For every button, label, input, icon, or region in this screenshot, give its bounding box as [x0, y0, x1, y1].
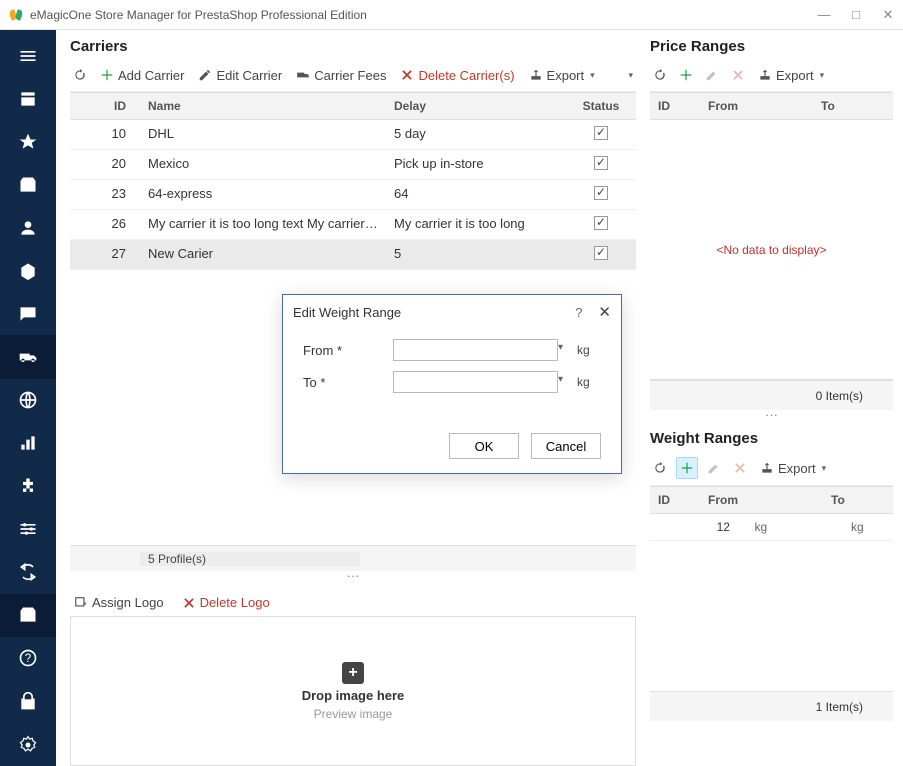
pr-edit-button: [702, 65, 722, 85]
pr-export-button[interactable]: Export▾: [754, 66, 828, 85]
wr-delete-button: [730, 458, 750, 478]
status-checkbox[interactable]: [594, 246, 608, 260]
sidebar: ?: [0, 30, 56, 766]
delete-carrier-button[interactable]: Delete Carrier(s): [396, 66, 518, 85]
wr-edit-button: [704, 458, 724, 478]
nav-stats[interactable]: [0, 422, 56, 465]
cancel-button[interactable]: Cancel: [531, 433, 601, 459]
nav-store[interactable]: [0, 77, 56, 120]
nav-orders[interactable]: [0, 249, 56, 292]
nav-archive[interactable]: [0, 594, 56, 637]
price-ranges-title: Price Ranges: [650, 38, 893, 55]
status-checkbox[interactable]: [594, 216, 608, 230]
header-delay[interactable]: Delay: [386, 93, 566, 119]
logo-dropzone[interactable]: + Drop image here Preview image: [70, 616, 636, 766]
header-status[interactable]: Status: [566, 93, 636, 119]
wr-footer: 1 Item(s): [650, 691, 893, 721]
nav-sync[interactable]: [0, 551, 56, 594]
price-ranges-grid: ID From To <No data to display> 0 Item(s…: [650, 92, 893, 410]
table-row[interactable]: 26 My carrier it is too long text My car…: [70, 210, 636, 240]
dialog-close-button[interactable]: ✕: [598, 303, 611, 321]
table-row[interactable]: 23 64-express 64: [70, 180, 636, 210]
table-row[interactable]: 10 DHL 5 day: [70, 120, 636, 150]
ok-button[interactable]: OK: [449, 433, 519, 459]
to-input[interactable]: [393, 371, 558, 393]
titlebar: eMagicOne Store Manager for PrestaShop P…: [0, 0, 903, 30]
window-controls: — □ ✕: [817, 7, 895, 23]
nav-settings[interactable]: [0, 723, 56, 766]
delete-logo-button[interactable]: Delete Logo: [178, 593, 274, 612]
status-checkbox[interactable]: [594, 186, 608, 200]
grid-header: ID Name Delay Status: [70, 93, 636, 120]
pr-footer: 0 Item(s): [650, 380, 893, 410]
nav-customers[interactable]: [0, 206, 56, 249]
table-row[interactable]: 27 New Carier 5: [70, 240, 636, 270]
export-button[interactable]: Export▾: [525, 66, 599, 85]
nav-shipping[interactable]: [0, 335, 56, 378]
nav-help[interactable]: ?: [0, 637, 56, 680]
splitter[interactable]: ···: [70, 571, 636, 585]
edit-carrier-button[interactable]: Edit Carrier: [194, 66, 286, 85]
wr-refresh-button[interactable]: [650, 458, 670, 478]
status-checkbox[interactable]: [594, 156, 608, 170]
table-row[interactable]: 12 kg kg: [650, 514, 893, 541]
minimize-button[interactable]: —: [817, 7, 831, 23]
pr-empty-message: <No data to display>: [650, 120, 893, 380]
nav-menu[interactable]: [0, 34, 56, 77]
carriers-grid: ID Name Delay Status 10 DHL 5 day 20 Mex…: [70, 92, 636, 270]
maximize-button[interactable]: □: [849, 7, 863, 23]
nav-modules[interactable]: [0, 465, 56, 508]
from-label: From *: [303, 343, 393, 358]
more-dropdown[interactable]: ▾: [623, 67, 636, 84]
nav-catalog[interactable]: [0, 163, 56, 206]
plus-icon: +: [342, 662, 364, 684]
wr-add-button[interactable]: [676, 457, 698, 479]
carriers-toolbar: Add Carrier Edit Carrier Carrier Fees De…: [70, 61, 636, 92]
splitter[interactable]: ···: [650, 410, 893, 424]
pr-delete-button: [728, 65, 748, 85]
carrier-fees-button[interactable]: Carrier Fees: [292, 66, 390, 85]
add-carrier-button[interactable]: Add Carrier: [96, 66, 188, 85]
price-ranges-toolbar: Export▾: [650, 61, 893, 92]
nav-messages[interactable]: [0, 292, 56, 335]
app-icon: [8, 7, 24, 23]
weight-ranges-grid: ID From To 12 kg kg 1 Item(s): [650, 486, 893, 721]
dialog-title: Edit Weight Range: [293, 305, 401, 320]
weight-ranges-toolbar: Export▾: [650, 453, 893, 486]
weight-ranges-title: Weight Ranges: [650, 430, 893, 447]
header-name[interactable]: Name: [140, 93, 386, 119]
refresh-button[interactable]: [70, 65, 90, 85]
wr-export-button[interactable]: Export▾: [756, 459, 830, 478]
status-checkbox[interactable]: [594, 126, 608, 140]
app-title: eMagicOne Store Manager for PrestaShop P…: [30, 8, 367, 22]
dialog-help-button[interactable]: ?: [575, 305, 582, 320]
carriers-title: Carriers: [70, 38, 636, 55]
table-row[interactable]: 20 Mexico Pick up in-store: [70, 150, 636, 180]
nav-lock[interactable]: [0, 680, 56, 723]
header-id[interactable]: ID: [70, 93, 140, 119]
nav-star[interactable]: [0, 120, 56, 163]
nav-sliders[interactable]: [0, 508, 56, 551]
pr-add-button[interactable]: [676, 65, 696, 85]
nav-globe[interactable]: [0, 379, 56, 422]
to-label: To *: [303, 375, 393, 390]
from-input[interactable]: [393, 339, 558, 361]
svg-text:?: ?: [25, 653, 32, 666]
assign-logo-button[interactable]: Assign Logo: [70, 593, 168, 612]
pr-refresh-button[interactable]: [650, 65, 670, 85]
edit-weight-range-dialog: Edit Weight Range ? ✕ From * kg To * kg …: [282, 294, 622, 474]
close-button[interactable]: ✕: [881, 7, 895, 23]
